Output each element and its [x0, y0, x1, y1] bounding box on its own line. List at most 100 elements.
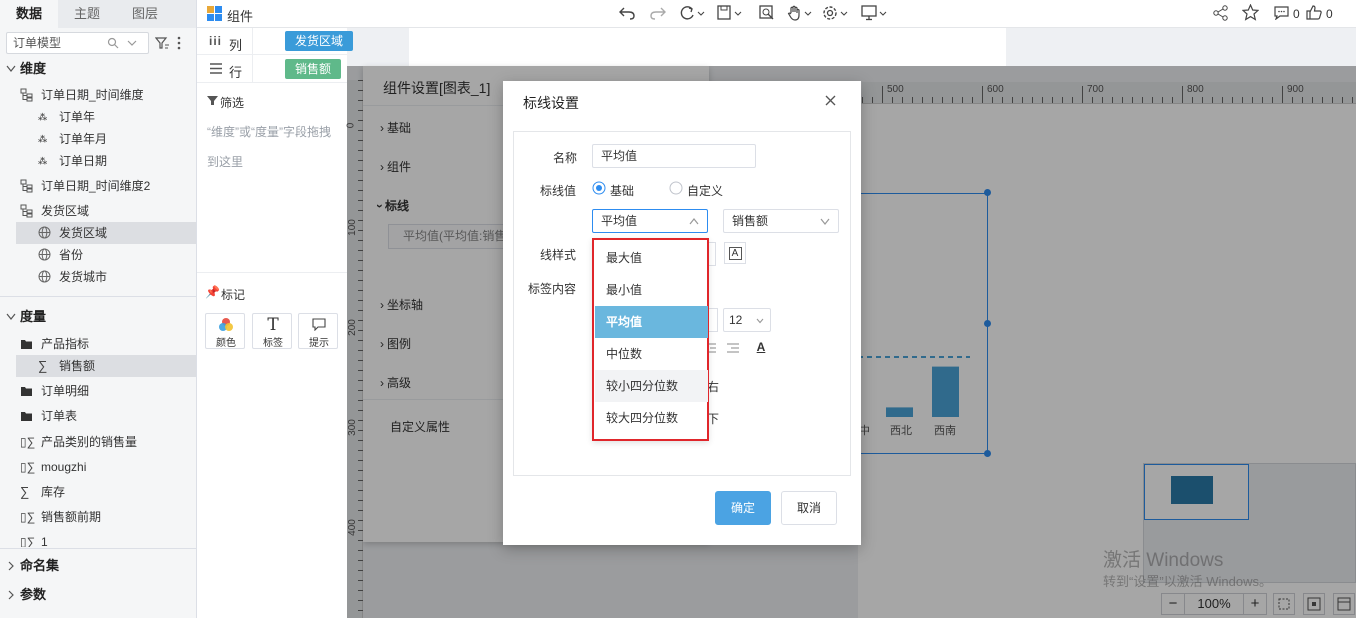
tree-item[interactable]: 发货区域	[0, 200, 196, 222]
tree-item[interactable]: 订单表	[0, 405, 196, 427]
column-shelf-label: 列	[229, 38, 243, 53]
divider	[0, 296, 196, 297]
cancel-button[interactable]: 取消	[781, 491, 837, 525]
font-style-button[interactable]: A	[724, 242, 746, 264]
tree-item-label: 1	[41, 535, 48, 547]
tree-item-label: 订单明细	[41, 384, 90, 398]
tab-layer[interactable]: 图层	[116, 0, 174, 28]
name-label: 名称	[553, 151, 578, 165]
option-median[interactable]: 中位数	[595, 338, 708, 370]
tree-item-label: 订单日期_时间维度2	[41, 179, 151, 193]
chevron-down-icon	[820, 218, 830, 225]
align-right-icon[interactable]	[726, 342, 740, 354]
chevron-down-icon[interactable]	[127, 38, 137, 48]
tree-item-selected[interactable]: 发货区域	[16, 222, 196, 244]
radio-custom[interactable]: 自定义	[669, 180, 749, 198]
tree-item[interactable]: ⁂ 订单年	[0, 106, 196, 128]
field-select[interactable]: 销售额	[723, 209, 839, 233]
font-a-icon: A	[728, 247, 742, 261]
component-label[interactable]: 组件	[227, 6, 253, 25]
mark-label-label: 标签	[263, 338, 283, 349]
tree-item[interactable]: ⁂ 订单年月	[0, 128, 196, 150]
undo-icon[interactable]	[619, 6, 635, 20]
option-upper-quartile[interactable]: 较大四分位数	[595, 402, 708, 434]
font-color-button[interactable]: A	[754, 340, 768, 356]
tree-item[interactable]: ▯∑ 销售额前期	[0, 506, 196, 528]
tree-item[interactable]: ⁂ 订单日期	[0, 150, 196, 172]
chevron-right-icon	[8, 590, 14, 600]
row-pill[interactable]: 销售额	[285, 59, 342, 79]
tab-data[interactable]: 数据	[0, 0, 58, 28]
radio-basic[interactable]: 基础	[592, 180, 662, 198]
param-section[interactable]: 参数	[0, 584, 196, 606]
tree-item[interactable]: ▯∑ mougzhi	[0, 456, 196, 478]
folder-icon	[21, 387, 32, 396]
save-icon[interactable]	[717, 5, 743, 21]
filter-area[interactable]: 筛选 “维度”或“度量”字段拖拽到这里	[197, 83, 347, 273]
comment-icon[interactable]	[1273, 5, 1290, 20]
aggregate-select[interactable]: 平均值	[592, 209, 708, 233]
tab-theme[interactable]: 主题	[58, 0, 116, 28]
tree-item[interactable]: 订单明细	[0, 380, 196, 402]
name-input[interactable]: 平均值	[592, 144, 756, 168]
comment-count: 0	[1293, 7, 1300, 21]
chevron-up-icon	[689, 218, 699, 225]
named-set-section[interactable]: 命名集	[0, 555, 196, 577]
column-icon: iii	[209, 34, 223, 48]
field-select-value: 销售额	[732, 214, 769, 228]
hand-tool-icon[interactable]	[787, 4, 813, 22]
option-lower-quartile[interactable]: 较小四分位数	[595, 370, 708, 402]
device-icon[interactable]	[861, 4, 889, 22]
mark-color[interactable]: 颜色	[205, 313, 245, 349]
hierarchy-icon	[20, 88, 33, 102]
folder-open-icon	[21, 340, 32, 349]
row-icon	[210, 63, 222, 74]
thumbs-up-icon[interactable]	[1306, 4, 1322, 20]
globe-icon	[38, 226, 51, 239]
tree-item-label: 省份	[59, 248, 84, 262]
tree-item-label: 订单表	[41, 409, 78, 423]
tree-item[interactable]: 订单日期_时间维度	[0, 84, 196, 106]
star-icon[interactable]	[1242, 4, 1259, 21]
gear-icon[interactable]	[822, 4, 850, 22]
tree-item[interactable]: ▯∑ 1	[0, 531, 196, 547]
tree-item[interactable]: 省份	[0, 244, 196, 266]
search-icon[interactable]	[107, 37, 119, 49]
hierarchy-icon	[20, 179, 33, 193]
mark-label[interactable]: T 标签	[252, 313, 292, 349]
preview-icon[interactable]	[759, 5, 775, 21]
font-size-select[interactable]: 12	[723, 308, 771, 332]
tree-item[interactable]: 产品指标	[0, 333, 196, 355]
tree-item[interactable]: 发货城市	[0, 266, 196, 288]
tree-item[interactable]: ▯∑ 产品类别的销售量	[0, 431, 196, 453]
share-icon[interactable]	[1213, 5, 1229, 21]
option-average[interactable]: 平均值	[595, 306, 708, 338]
refresh-icon[interactable]	[679, 5, 705, 21]
radio-basic-label: 基础	[610, 184, 635, 198]
more-icon[interactable]	[176, 36, 182, 50]
model-select[interactable]: 订单模型	[6, 32, 149, 54]
dimension-section[interactable]: 维度	[0, 58, 196, 80]
measure-section[interactable]: 度量	[0, 306, 196, 328]
divider	[0, 548, 196, 549]
filter-sort-icon[interactable]	[155, 36, 169, 50]
pill-strip	[409, 28, 1006, 66]
ok-button[interactable]: 确定	[715, 491, 771, 525]
tree-item[interactable]: ∑ 库存	[0, 481, 196, 503]
close-icon[interactable]	[825, 95, 836, 106]
date-icon: ⁂	[38, 112, 48, 122]
option-max[interactable]: 最大值	[595, 242, 708, 274]
globe-icon	[38, 270, 51, 283]
font-family-select[interactable]	[708, 308, 718, 332]
tree-item-selected[interactable]: ∑ 销售额	[16, 355, 196, 377]
mark-tooltip[interactable]: 提示	[298, 313, 338, 349]
line-style-select[interactable]	[708, 242, 716, 266]
redo-icon[interactable]	[650, 6, 666, 20]
chevron-down-icon	[6, 65, 16, 72]
option-min[interactable]: 最小值	[595, 274, 708, 306]
tree-item[interactable]: 订单日期_时间维度2	[0, 175, 196, 197]
font-color-icon: A	[756, 340, 766, 354]
column-pill[interactable]: 发货区域	[285, 31, 354, 51]
measure-header: 度量	[20, 309, 47, 324]
sum-icon: ∑	[20, 484, 30, 499]
